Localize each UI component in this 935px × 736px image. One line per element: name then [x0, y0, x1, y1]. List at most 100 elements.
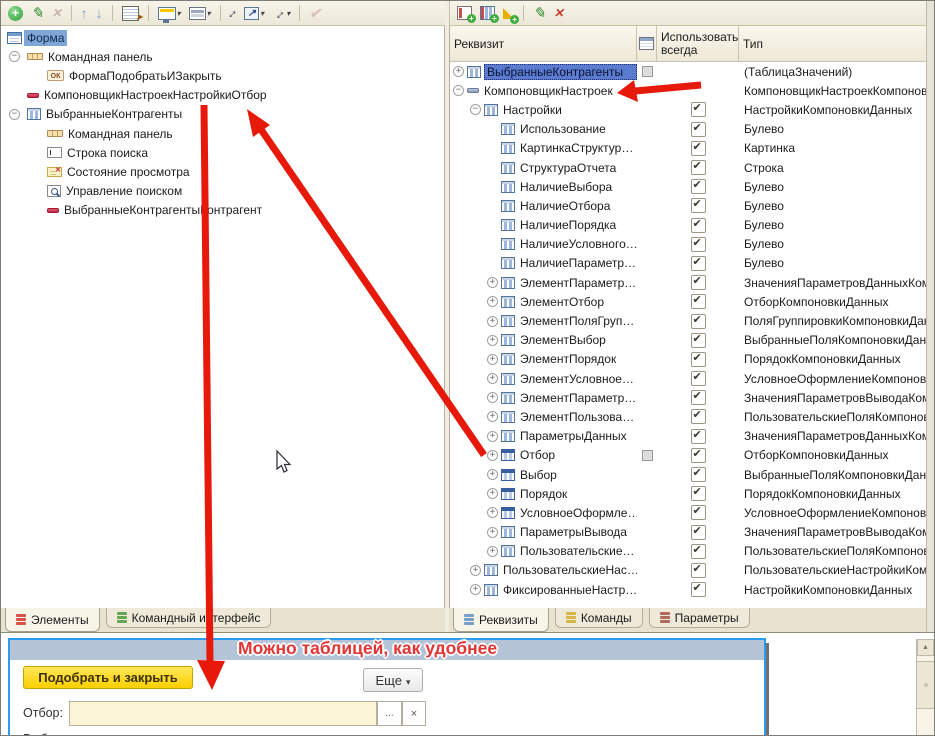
- expander-plus-icon[interactable]: +: [470, 584, 481, 595]
- form-tree-item[interactable]: −ВыбранныеКонтрагенты: [1, 105, 444, 124]
- use-always-checkbox[interactable]: [691, 160, 706, 175]
- attribute-row[interactable]: +ЭлементПараметр…ЗначенияПараметровВывод…: [450, 388, 926, 407]
- expander-plus-icon[interactable]: +: [487, 527, 498, 538]
- expander-plus-icon[interactable]: +: [487, 546, 498, 557]
- add-table-attribute-button[interactable]: [478, 3, 497, 23]
- attribute-row[interactable]: −НастройкиНастройкиКомпоновкиДанных: [450, 100, 926, 119]
- use-always-checkbox[interactable]: [691, 409, 706, 424]
- use-always-checkbox[interactable]: [691, 333, 706, 348]
- attribute-row[interactable]: +ПараметрыВыводаЗначенияПараметровВывода…: [450, 523, 926, 542]
- tab-parameters[interactable]: Параметры: [649, 608, 750, 628]
- expander-minus-icon[interactable]: −: [470, 104, 481, 115]
- use-always-checkbox[interactable]: [691, 448, 706, 463]
- form-elements-tree[interactable]: Форма−Командная панельФормаПодобратьИЗак…: [1, 26, 445, 608]
- attribute-row[interactable]: +ПараметрыДанныхЗначенияПараметровДанных…: [450, 427, 926, 446]
- scrollbar-thumb[interactable]: [917, 661, 934, 709]
- add-button[interactable]: [6, 3, 25, 23]
- attribute-row[interactable]: НаличиеПараметр…Булево: [450, 254, 926, 273]
- tab-elements[interactable]: Элементы: [5, 608, 100, 632]
- expander-plus-icon[interactable]: +: [487, 450, 498, 461]
- use-always-checkbox[interactable]: [691, 429, 706, 444]
- expander-plus-icon[interactable]: +: [487, 316, 498, 327]
- expander-minus-icon[interactable]: −: [453, 85, 464, 96]
- column-header-form-item[interactable]: [637, 26, 657, 61]
- add-attribute-button[interactable]: [455, 3, 474, 23]
- use-always-checkbox[interactable]: [691, 467, 706, 482]
- use-always-checkbox[interactable]: [691, 122, 706, 137]
- tab-command-interface[interactable]: Командный интерфейс: [106, 608, 272, 628]
- resize-box-button[interactable]: [242, 3, 266, 23]
- form-tree-item[interactable]: −Командная панель: [1, 47, 444, 66]
- attribute-row[interactable]: +ЭлементПоляГруп…ПоляГруппировкиКомпонов…: [450, 311, 926, 330]
- expander-plus-icon[interactable]: +: [487, 411, 498, 422]
- choose-button[interactable]: ...: [377, 701, 402, 726]
- form-tree-item[interactable]: ВыбранныеКонтрагентыКонтрагент: [1, 201, 444, 220]
- use-always-checkbox[interactable]: [691, 544, 706, 559]
- move-down-button[interactable]: [94, 3, 105, 23]
- pick-and-close-button[interactable]: Подобрать и закрыть: [23, 666, 193, 689]
- use-always-checkbox[interactable]: [691, 390, 706, 405]
- swap-button[interactable]: [228, 3, 239, 23]
- attribute-row[interactable]: НаличиеУсловного…Булево: [450, 235, 926, 254]
- use-always-checkbox[interactable]: [691, 314, 706, 329]
- use-always-checkbox[interactable]: [691, 371, 706, 386]
- expander-plus-icon[interactable]: +: [487, 488, 498, 499]
- use-always-checkbox[interactable]: [691, 563, 706, 578]
- attribute-row[interactable]: +ПользовательскиеНас…ПользовательскиеНас…: [450, 561, 926, 580]
- expander-plus-icon[interactable]: +: [487, 469, 498, 480]
- form-tree-item[interactable]: Строка поиска: [1, 143, 444, 162]
- tab-commands[interactable]: Команды: [555, 608, 643, 628]
- attribute-row[interactable]: −КомпоновщикНастроекКомпоновщикНастроекК…: [450, 81, 926, 100]
- scrollbar-vertical[interactable]: [916, 639, 934, 736]
- expander-minus-icon[interactable]: −: [9, 51, 20, 62]
- use-always-checkbox[interactable]: [691, 218, 706, 233]
- expander-plus-icon[interactable]: +: [487, 296, 498, 307]
- attribute-row[interactable]: +ЭлементПользова…ПользовательскиеПоляКом…: [450, 407, 926, 426]
- use-always-checkbox[interactable]: [691, 256, 706, 271]
- expander-plus-icon[interactable]: +: [487, 507, 498, 518]
- use-always-checkbox[interactable]: [691, 525, 706, 540]
- expander-minus-icon[interactable]: −: [9, 109, 20, 120]
- expander-plus-icon[interactable]: +: [487, 431, 498, 442]
- attribute-row[interactable]: +ВыборВыбранныеПоляКомпоновкиДанн…: [450, 465, 926, 484]
- use-always-checkbox[interactable]: [691, 352, 706, 367]
- form-tree-item[interactable]: КомпоновщикНастроекНастройкиОтбор: [1, 86, 444, 105]
- use-always-checkbox[interactable]: [691, 198, 706, 213]
- attribute-row[interactable]: +ЭлементВыборВыбранныеПоляКомпоновкиДанн…: [450, 331, 926, 350]
- resize-button[interactable]: [270, 3, 292, 23]
- use-always-checkbox[interactable]: [691, 141, 706, 156]
- attribute-row[interactable]: НаличиеВыбораБулево: [450, 177, 926, 196]
- use-always-checkbox[interactable]: [691, 275, 706, 290]
- expander-plus-icon[interactable]: +: [487, 335, 498, 346]
- attribute-row[interactable]: +ЭлементПорядокПорядокКомпоновкиДанных: [450, 350, 926, 369]
- attribute-row[interactable]: +УсловноеОформле…УсловноеОформлениеКомпо…: [450, 503, 926, 522]
- form-tree-item[interactable]: Состояние просмотра: [1, 162, 444, 181]
- attribute-row[interactable]: +ОтборОтборКомпоновкиДанных: [450, 446, 926, 465]
- expander-plus-icon[interactable]: +: [487, 392, 498, 403]
- attribute-row[interactable]: +ВыбранныеКонтрагенты(ТаблицаЗначений): [450, 62, 926, 81]
- form-tree-item[interactable]: Управление поиском: [1, 182, 444, 201]
- attribute-row[interactable]: +ФиксированныеНастр…НастройкиКомпоновкиД…: [450, 580, 926, 599]
- tab-attributes[interactable]: Реквизиты: [453, 608, 549, 632]
- column-header-use-always[interactable]: Использовать всегда: [657, 26, 739, 61]
- expander-plus-icon[interactable]: +: [487, 373, 498, 384]
- expander-plus-icon[interactable]: +: [487, 277, 498, 288]
- use-always-checkbox[interactable]: [691, 505, 706, 520]
- move-up-button[interactable]: [79, 3, 90, 23]
- expander-plus-icon[interactable]: +: [470, 565, 481, 576]
- attribute-row[interactable]: +ЭлементОтборОтборКомпоновкиДанных: [450, 292, 926, 311]
- attribute-row[interactable]: КартинкаСтруктур…Картинка: [450, 139, 926, 158]
- delete-attribute-button[interactable]: [552, 3, 566, 23]
- attributes-panel[interactable]: Реквизит Использовать всегда Тип +Выбран…: [449, 26, 926, 608]
- use-always-checkbox[interactable]: [691, 102, 706, 117]
- attribute-row[interactable]: +Пользовательские…ПользовательскиеПоляКо…: [450, 542, 926, 561]
- edit-button[interactable]: [29, 3, 46, 23]
- use-always-checkbox[interactable]: [691, 486, 706, 501]
- attribute-row[interactable]: СтруктураОтчетаСтрока: [450, 158, 926, 177]
- use-always-checkbox[interactable]: [691, 582, 706, 597]
- attribute-row[interactable]: +ЭлементУсловное…УсловноеОформлениеКомпо…: [450, 369, 926, 388]
- attribute-row[interactable]: +ЭлементПараметр…ЗначенияПараметровДанны…: [450, 273, 926, 292]
- attribute-row[interactable]: НаличиеПорядкаБулево: [450, 216, 926, 235]
- form-view-button[interactable]: [156, 3, 183, 23]
- panel-view-button[interactable]: [187, 3, 213, 23]
